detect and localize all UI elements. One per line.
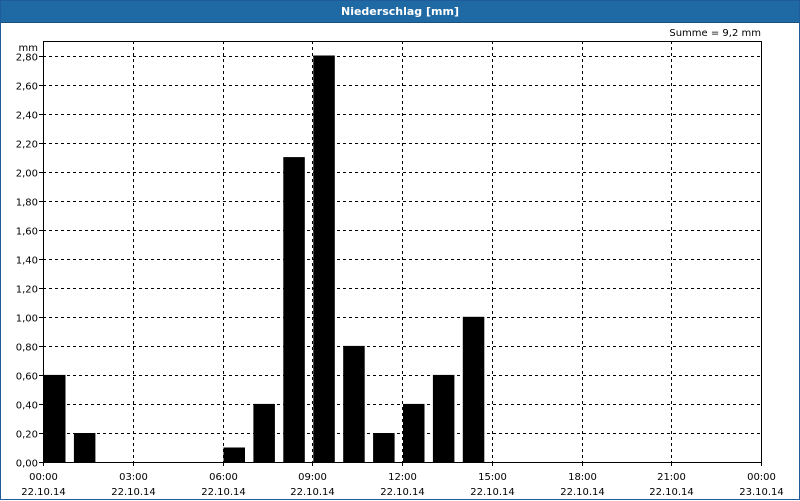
x-tick-time: 21:00 <box>657 472 686 483</box>
y-tick-label: 0,40 <box>16 401 38 412</box>
y-tick-label: 0,80 <box>16 343 38 354</box>
x-tick-time: 12:00 <box>388 472 417 483</box>
x-tick-date: 22.10.14 <box>201 487 246 498</box>
x-tick-time: 03:00 <box>119 472 148 483</box>
x-tick-time: 09:00 <box>298 472 327 483</box>
x-tick-time: 06:00 <box>209 472 238 483</box>
y-tick-label: 2,60 <box>16 82 38 93</box>
y-tick-label: 1,20 <box>16 285 38 296</box>
bar <box>313 55 335 462</box>
x-tick-date: 22.10.14 <box>560 487 605 498</box>
bar <box>343 345 365 462</box>
chart-window: Niederschlag [mm] 0,00 0,20 0,40 0,60 0,80 1,… <box>0 0 800 500</box>
x-tick-date: 23.10.14 <box>739 487 784 498</box>
y-tick-label: 1,40 <box>16 256 38 267</box>
bar <box>432 374 455 462</box>
bar <box>223 447 245 462</box>
x-tick-time: 00:00 <box>29 472 58 483</box>
bar <box>373 433 395 462</box>
bar <box>253 403 275 462</box>
bar <box>44 374 66 462</box>
x-tick-time: 15:00 <box>478 472 507 483</box>
y-tick-label: 0,60 <box>16 372 38 383</box>
grid-lines <box>43 41 761 462</box>
y-tick-label: 2,80 <box>16 53 38 64</box>
bar <box>462 316 485 462</box>
bar <box>403 403 425 462</box>
x-tick-date: 22.10.14 <box>21 487 66 498</box>
y-tick-label: 1,60 <box>16 227 38 238</box>
x-tick-date: 22.10.14 <box>111 487 156 498</box>
x-tick-date: 22.10.14 <box>290 487 335 498</box>
x-tick-time: 00:00 <box>747 472 776 483</box>
x-tick-time: 18:00 <box>568 472 597 483</box>
bar <box>283 157 305 462</box>
tick-labels: 0,00 0,20 0,40 0,60 0,80 1,00 1,20 1,40 1,60 1,80… <box>16 28 784 498</box>
x-tick-date: 22.10.14 <box>649 487 694 498</box>
y-tick-label: 0,20 <box>16 430 38 441</box>
precipitation-chart: 0,00 0,20 0,40 0,60 0,80 1,00 1,20 1,40 1,60 1,80… <box>16 28 784 498</box>
x-tick-date: 22.10.14 <box>470 487 515 498</box>
y-axis-label: mm <box>19 43 38 54</box>
y-tick-label: 2,40 <box>16 111 38 122</box>
y-tick-label: 2,00 <box>16 169 38 180</box>
x-tick-date: 22.10.14 <box>380 487 425 498</box>
bar <box>73 433 96 462</box>
bars <box>44 55 485 462</box>
y-tick-label: 0,00 <box>16 459 38 470</box>
y-tick-label: 1,80 <box>16 198 38 209</box>
y-tick-label: 1,00 <box>16 314 38 325</box>
sum-annotation: Summe = 9,2 mm <box>669 28 761 39</box>
y-tick-label: 2,20 <box>16 140 38 151</box>
axes <box>39 41 762 466</box>
